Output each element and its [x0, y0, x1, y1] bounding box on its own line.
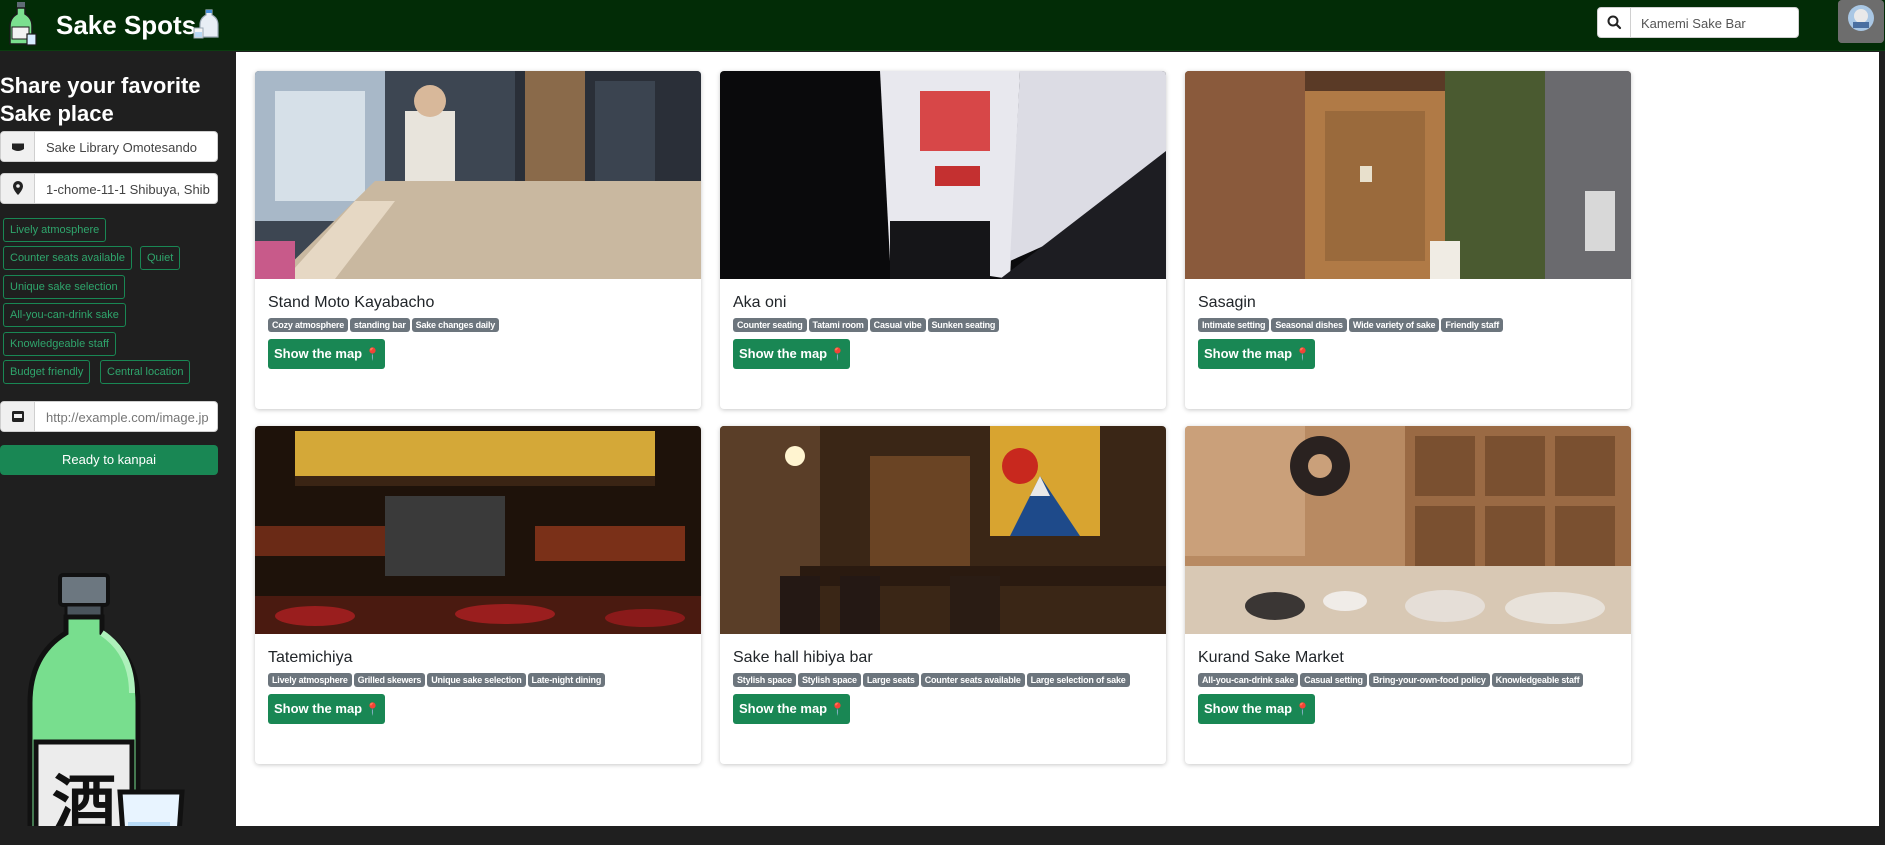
show-map-label: Show the map [1204, 701, 1293, 716]
spot-tag: Seasonal dishes [1271, 318, 1347, 332]
spot-name: Kurand Sake Market [1198, 649, 1344, 666]
spot-tags: Intimate setting Seasonal dishes Wide vari… [1198, 318, 1505, 332]
scrollbar-track[interactable] [1879, 52, 1885, 826]
tag-option[interactable]: Knowledgeable staff [3, 332, 116, 356]
spot-card: Stand Moto Kayabacho Cozy atmosphere stan… [255, 71, 701, 409]
spot-tag: Tatami room [808, 318, 868, 332]
spot-tag: Lively atmosphere [268, 673, 352, 687]
sake-place-name-input[interactable] [46, 140, 214, 155]
tag-option[interactable]: Lively atmosphere [3, 218, 107, 242]
map-pin-icon: 📍 [1295, 702, 1311, 716]
spot-tag: Knowledgeable staff [1491, 673, 1584, 687]
spot-tag: Wide variety of sake [1348, 318, 1440, 332]
spot-tag: Late-night dining [527, 673, 606, 687]
spot-tag: Friendly staff [1441, 318, 1504, 332]
search-box[interactable] [1597, 7, 1799, 38]
spot-photo [255, 426, 701, 634]
show-map-label: Show the map [274, 701, 363, 716]
search-input[interactable] [1641, 16, 1791, 30]
spot-name: Sasagin [1198, 294, 1256, 311]
location-pin-icon [1, 174, 35, 203]
tag-option[interactable]: Unique sake selection [3, 275, 125, 299]
submit-button[interactable]: Ready to kanpai [0, 445, 218, 475]
address-field[interactable] [0, 173, 218, 204]
spot-tags: All-you-can-drink sake Casual setting Brin… [1198, 673, 1585, 687]
image-url-input[interactable] [46, 410, 214, 425]
spot-tag: standing bar [350, 318, 410, 332]
spot-tags: Cozy atmosphere standing bar Sake changes … [268, 318, 501, 332]
map-pin-icon: 📍 [365, 347, 381, 361]
sidebar: Share your favorite Sake place Lively at… [0, 52, 236, 845]
spot-tag: Stylish space [797, 673, 861, 687]
show-map-label: Show the map [739, 701, 828, 716]
spot-tag: Stylish space [733, 673, 796, 687]
tag-option[interactable]: Counter seats available [3, 246, 132, 270]
spot-card: Aka oni Counter seating Tatami room Casual… [720, 71, 1166, 409]
sake-place-name-field[interactable] [0, 131, 218, 162]
spot-tag: Large seats [862, 673, 919, 687]
spot-card: Kurand Sake Market All-you-can-drink sak… [1185, 426, 1631, 764]
image-icon [1, 402, 35, 431]
spot-photo [1185, 71, 1631, 279]
spot-card: Sake hall hibiya bar Stylish space Stylis… [720, 426, 1166, 764]
sidebar-title: Share your favorite Sake place [0, 73, 201, 126]
spot-name: Tatemichiya [268, 649, 353, 666]
spot-tag: Counter seating [733, 318, 807, 332]
app-title[interactable]: Sake Spots [56, 8, 196, 42]
tag-option[interactable]: Quiet [140, 246, 181, 270]
tag-option[interactable]: All-you-can-drink sake [3, 303, 126, 327]
spot-tag: Sunken seating [927, 318, 1000, 332]
show-map-label: Show the map [1204, 346, 1293, 361]
sake-cup-icon [1, 132, 35, 161]
tag-option[interactable]: Budget friendly [3, 360, 91, 384]
sake-tokkuri-icon [193, 9, 219, 39]
main-content: Stand Moto Kayabacho Cozy atmosphere stan… [236, 52, 1879, 826]
show-map-button[interactable]: Show the map 📍 [268, 694, 385, 724]
show-map-button[interactable]: Show the map 📍 [1198, 339, 1315, 369]
spot-tag: Casual setting [1300, 673, 1367, 687]
spot-name: Stand Moto Kayabacho [268, 294, 435, 311]
spot-tag: Cozy atmosphere [268, 318, 349, 332]
show-map-button[interactable]: Show the map 📍 [268, 339, 385, 369]
spot-photo [255, 71, 701, 279]
top-navbar: Sake Spots [0, 0, 1885, 51]
spot-card: Sasagin Intimate setting Seasonal dishes W… [1185, 71, 1631, 409]
search-icon[interactable] [1598, 8, 1631, 37]
sake-bottle-icon [9, 2, 37, 46]
show-map-label: Show the map [274, 346, 363, 361]
spot-tag: Grilled skewers [353, 673, 426, 687]
spot-tag: All-you-can-drink sake [1198, 673, 1299, 687]
spot-name: Sake hall hibiya bar [733, 649, 873, 666]
spot-tags: Counter seating Tatami room Casual vibe Sun… [733, 318, 1001, 332]
spot-card: Tatemichiya Lively atmosphere Grilled ske… [255, 426, 701, 764]
spot-tag: Bring-your-own-food policy [1368, 673, 1490, 687]
spot-tag: Intimate setting [1198, 318, 1270, 332]
tag-option[interactable]: Central location [100, 360, 191, 384]
spot-tags: Lively atmosphere Grilled skewers Unique s… [268, 673, 607, 687]
show-map-button[interactable]: Show the map 📍 [733, 694, 850, 724]
spot-photo [720, 71, 1166, 279]
sake-bottle-illustration: 酒 [27, 573, 185, 845]
page-bottom-bar [0, 826, 1885, 845]
spot-tag: Large selection of sake [1026, 673, 1130, 687]
spot-photo [1185, 426, 1631, 634]
spot-tag: Casual vibe [869, 318, 926, 332]
spot-tag: Sake changes daily [411, 318, 500, 332]
spot-name: Aka oni [733, 294, 787, 311]
map-pin-icon: 📍 [830, 347, 846, 361]
map-pin-icon: 📍 [1295, 347, 1311, 361]
map-pin-icon: 📍 [365, 702, 381, 716]
show-map-button[interactable]: Show the map 📍 [1198, 694, 1315, 724]
user-avatar[interactable] [1838, 0, 1884, 43]
map-pin-icon: 📍 [830, 702, 846, 716]
address-input[interactable] [46, 182, 214, 197]
show-map-label: Show the map [739, 346, 828, 361]
image-url-field[interactable] [0, 401, 218, 432]
spot-tags: Stylish space Stylish space Large seats Cou… [733, 673, 1132, 687]
show-map-button[interactable]: Show the map 📍 [733, 339, 850, 369]
spot-tag: Unique sake selection [427, 673, 526, 687]
spot-photo [720, 426, 1166, 634]
spot-tag: Counter seats available [920, 673, 1025, 687]
